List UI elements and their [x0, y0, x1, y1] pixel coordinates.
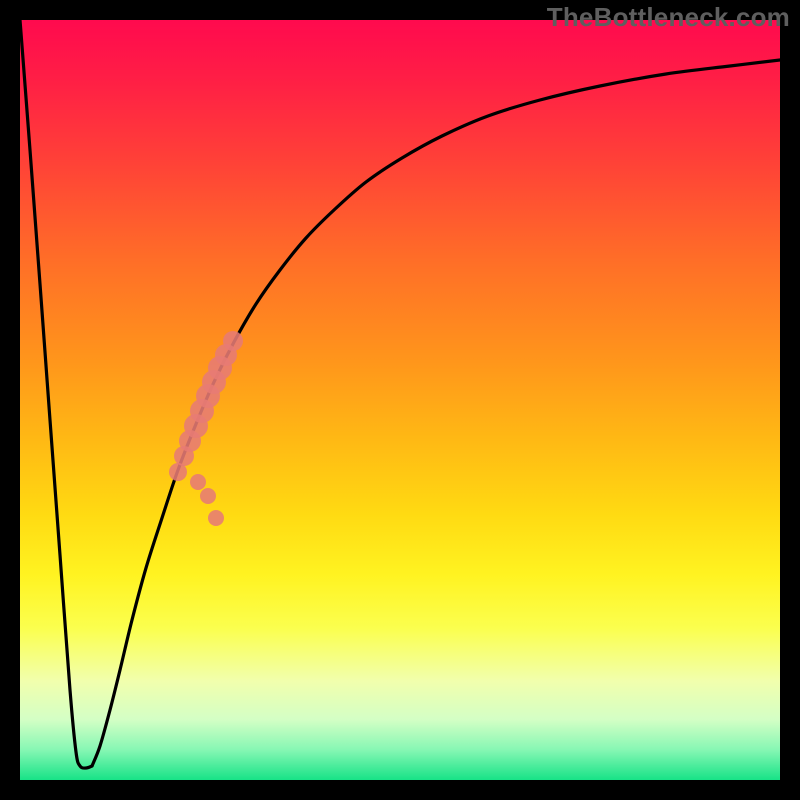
curve-left-branch	[20, 20, 92, 768]
highlighted-dot-cluster	[169, 331, 243, 526]
highlight-dot	[208, 510, 224, 526]
watermark-text: TheBottleneck.com	[547, 2, 790, 33]
plot-area	[20, 20, 780, 780]
highlight-dot	[190, 474, 206, 490]
chart-container: TheBottleneck.com	[0, 0, 800, 800]
highlight-dot	[200, 488, 216, 504]
highlight-dot	[223, 331, 243, 351]
curve-layer	[20, 20, 780, 780]
